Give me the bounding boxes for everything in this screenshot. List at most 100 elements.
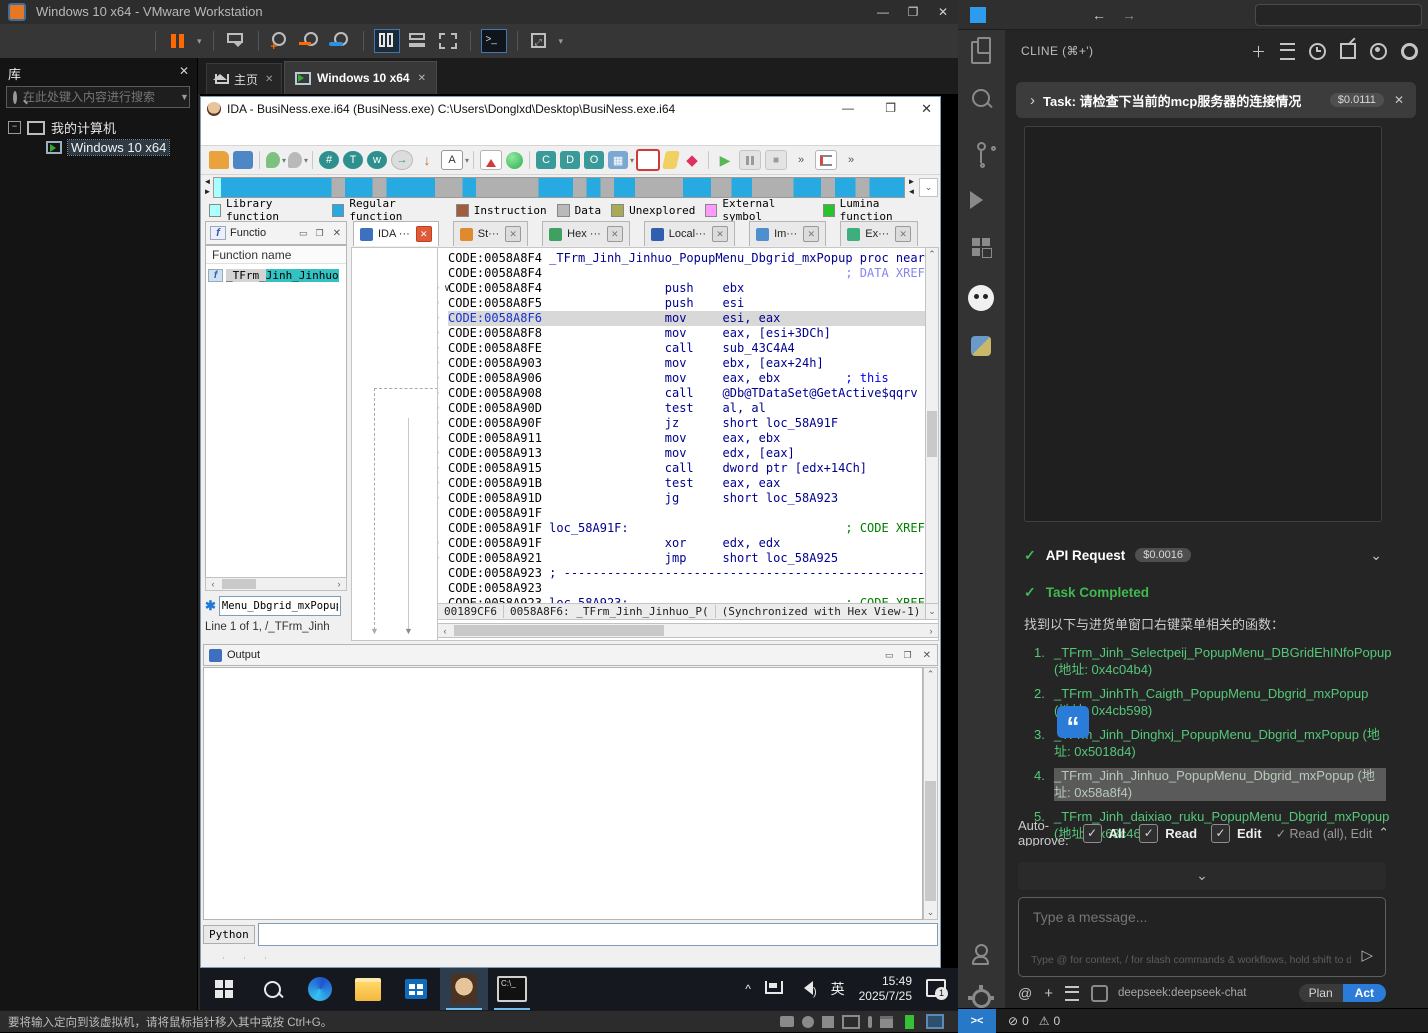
mcp-servers-icon[interactable] xyxy=(1280,43,1295,60)
disasm-line[interactable]: ●CODE:0058A8F5 push esi xyxy=(448,296,938,311)
file-explorer-icon[interactable] xyxy=(344,968,392,1010)
display-device-icon[interactable] xyxy=(926,1014,944,1029)
tab-close-icon[interactable]: ✕ xyxy=(607,226,623,242)
suspend-button-icon[interactable] xyxy=(166,30,190,52)
save-icon[interactable] xyxy=(233,151,253,169)
desktop-list-icon[interactable] xyxy=(815,150,837,170)
tab-close-icon[interactable]: ✕ xyxy=(712,226,728,242)
disasm-line[interactable]: CODE:0058A8F4 _TFrm_Jinh_Jinhuo_PopupMen… xyxy=(448,251,938,266)
tray-chevron-icon[interactable]: ^ xyxy=(745,982,751,996)
disasm-line[interactable]: ●CODE:0058A908 call @Db@TDataSet@GetActi… xyxy=(448,386,938,401)
add-icon[interactable]: + xyxy=(1044,985,1053,1002)
open-in-editor-icon[interactable] xyxy=(1340,43,1356,59)
names-window-icon[interactable]: # xyxy=(319,151,339,169)
ime-indicator[interactable]: 英 xyxy=(831,979,845,999)
ida-view-tab[interactable]: Im··· ✕ xyxy=(749,221,826,246)
network-icon[interactable] xyxy=(765,981,783,997)
navigation-band[interactable] xyxy=(213,177,905,198)
explorer-icon[interactable] xyxy=(958,30,1004,74)
action-center-icon[interactable]: 1 xyxy=(926,979,946,1000)
checkbox-icon[interactable] xyxy=(1083,824,1102,843)
breakpoint-diamond-icon[interactable]: ◆ xyxy=(682,151,702,169)
checkbox-icon[interactable] xyxy=(1139,824,1158,843)
expand-chevron-icon[interactable]: ⌃ xyxy=(1378,825,1386,841)
plan-toggle[interactable]: Plan xyxy=(1299,984,1343,1002)
floppy-device-icon[interactable] xyxy=(822,1016,834,1028)
output-console[interactable] xyxy=(203,667,923,920)
rules-icon[interactable] xyxy=(1065,986,1079,1001)
disassembly-view[interactable]: CODE:0058A8F4 _TFrm_Jinh_Jinhuo_PopupMen… xyxy=(437,247,939,641)
result-item-link[interactable]: _TFrm_JinhTh_Caigth_PopupMenu_Dbgrid_mxP… xyxy=(1054,686,1386,719)
nav-flag-icon[interactable] xyxy=(480,150,502,170)
navband-right-arrows[interactable]: ►◄ xyxy=(907,177,916,199)
xrefs-icon[interactable]: → xyxy=(391,150,413,170)
data-d-icon[interactable]: D xyxy=(560,151,580,169)
ida-restore-button[interactable]: ❐ xyxy=(885,101,896,115)
navband-combo[interactable]: ⌄ xyxy=(919,178,938,197)
send-display-icon[interactable] xyxy=(224,30,248,52)
float-icon[interactable]: ❐ xyxy=(904,650,912,661)
patch-box-icon[interactable] xyxy=(636,149,660,171)
disasm-line[interactable]: ●CODE:0058A91F xor edx, edx xyxy=(448,536,938,551)
task-expand-chevron-icon[interactable]: › xyxy=(1030,92,1035,109)
tab-vm[interactable]: Windows 10 x64 ✕ xyxy=(284,61,437,94)
clear-filter-icon[interactable]: ✱ xyxy=(205,598,216,614)
library-search-box[interactable]: ▼ xyxy=(6,86,190,108)
collapse-box-icon[interactable]: − xyxy=(8,121,21,134)
disasm-line[interactable]: ●CODE:0058A911 mov eax, ebx xyxy=(448,431,938,446)
ida-view-tab[interactable]: IDA ··· ✕ xyxy=(353,221,439,246)
console-view-toggle-icon[interactable]: >_ xyxy=(481,29,507,53)
dropdown-icon[interactable]: ▾ xyxy=(282,156,286,165)
source-control-icon[interactable] xyxy=(958,124,1004,168)
debugger-pause-icon[interactable] xyxy=(739,150,761,170)
ida-view-tab[interactable]: Ex··· ✕ xyxy=(840,221,918,246)
offset-o-icon[interactable]: O xyxy=(584,151,604,169)
disasm-line[interactable]: CODE:0058A923 xyxy=(448,581,938,596)
navband-left-arrows[interactable]: ◄► xyxy=(203,177,212,199)
result-item[interactable]: 1._TFrm_Jinh_Selectpeij_PopupMenu_DBGrid… xyxy=(1034,645,1386,678)
function-row[interactable]: f _TFrm_Jinh_Jinhuo xyxy=(208,268,339,283)
jump-marker-icon[interactable] xyxy=(266,152,280,168)
functions-hscrollbar[interactable]: ‹› xyxy=(205,577,347,591)
tree-item-vm[interactable]: Windows 10 x64 xyxy=(46,140,169,155)
functions-filter-input[interactable] xyxy=(219,596,341,616)
collapsed-bar[interactable]: ⌄ xyxy=(1018,862,1386,890)
ida-taskbar-icon[interactable] xyxy=(440,968,488,1010)
api-request-row[interactable]: API Request $0.0016 ⌄ xyxy=(1024,543,1382,567)
settings-gear-icon[interactable] xyxy=(1401,43,1418,60)
usb-device-icon[interactable] xyxy=(868,1016,872,1028)
disasm-line[interactable]: CODE:0058A91F xyxy=(448,506,938,521)
disasm-line[interactable]: ●CODE:0058A913 mov edx, [eax] xyxy=(448,446,938,461)
cd-device-icon[interactable] xyxy=(802,1016,814,1028)
tab-close-icon[interactable]: ✕ xyxy=(803,226,819,242)
disasm-line[interactable]: ●CODE:0058A8FE call sub_43C4A4 xyxy=(448,341,938,356)
vscode-search-input[interactable] xyxy=(1256,6,1428,24)
model-selector[interactable]: deepseek:deepseek-chat xyxy=(1118,987,1247,999)
problems-indicator[interactable]: ⊘0 ⚠0 xyxy=(1008,1014,1060,1028)
run-debug-icon[interactable] xyxy=(958,178,1004,222)
maximize-icon[interactable]: ▭ xyxy=(885,650,894,661)
toolbar-overflow-icon[interactable]: » xyxy=(791,151,811,169)
jump-marker2-icon[interactable] xyxy=(288,152,302,168)
collapse-arrow-icon[interactable]: ∨ xyxy=(444,281,450,296)
tab-close-icon[interactable]: ✕ xyxy=(416,226,432,242)
account-icon[interactable] xyxy=(958,928,1004,972)
volume-icon[interactable]: ) xyxy=(797,981,817,998)
mcp-tools-icon[interactable] xyxy=(1091,985,1108,1002)
search-icon[interactable] xyxy=(958,76,1004,120)
disasm-line[interactable]: ●∨CODE:0058A8F4 push ebx xyxy=(448,281,938,296)
vmware-minimize-button[interactable]: — xyxy=(868,5,898,19)
dropdown-icon[interactable]: ▾ xyxy=(304,156,308,165)
disasm-line[interactable]: CODE:0058A8F4 ; DATA XREF: CO xyxy=(448,266,938,281)
nav-forward-icon[interactable]: → xyxy=(1122,7,1136,23)
disasm-line[interactable]: ●CODE:0058A8F6 mov esi, eax xyxy=(448,311,938,326)
edge-icon[interactable] xyxy=(296,968,344,1010)
debugger-start-icon[interactable]: ▶ xyxy=(715,151,735,169)
output-titlebar[interactable]: Output ▭ ❐ ✕ xyxy=(203,644,938,666)
result-item-link[interactable]: _TFrm_Jinh_Jinhuo_PopupMenu_Dbgrid_mxPop… xyxy=(1054,768,1386,801)
jump-down-icon[interactable]: ↓ xyxy=(417,151,437,169)
message-input[interactable] xyxy=(1031,908,1365,926)
disasm-line[interactable]: CODE:0058A923 ; ------------------------… xyxy=(448,566,938,581)
ida-view-tab[interactable]: Local··· ✕ xyxy=(644,221,735,246)
dropdown-icon[interactable]: ▾ xyxy=(465,156,469,165)
